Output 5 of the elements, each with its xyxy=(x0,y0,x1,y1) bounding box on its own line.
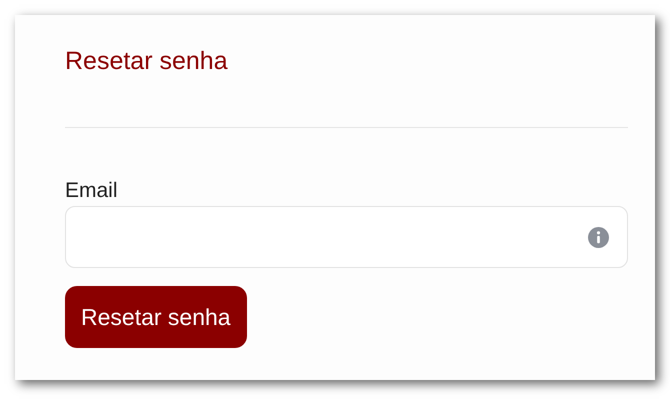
field-label: Email xyxy=(65,178,118,204)
info-icon xyxy=(588,226,609,248)
reset-password-button[interactable]: Resetar senha xyxy=(65,286,247,348)
form-title: Resetar senha xyxy=(65,46,228,77)
email-field[interactable] xyxy=(65,206,628,268)
